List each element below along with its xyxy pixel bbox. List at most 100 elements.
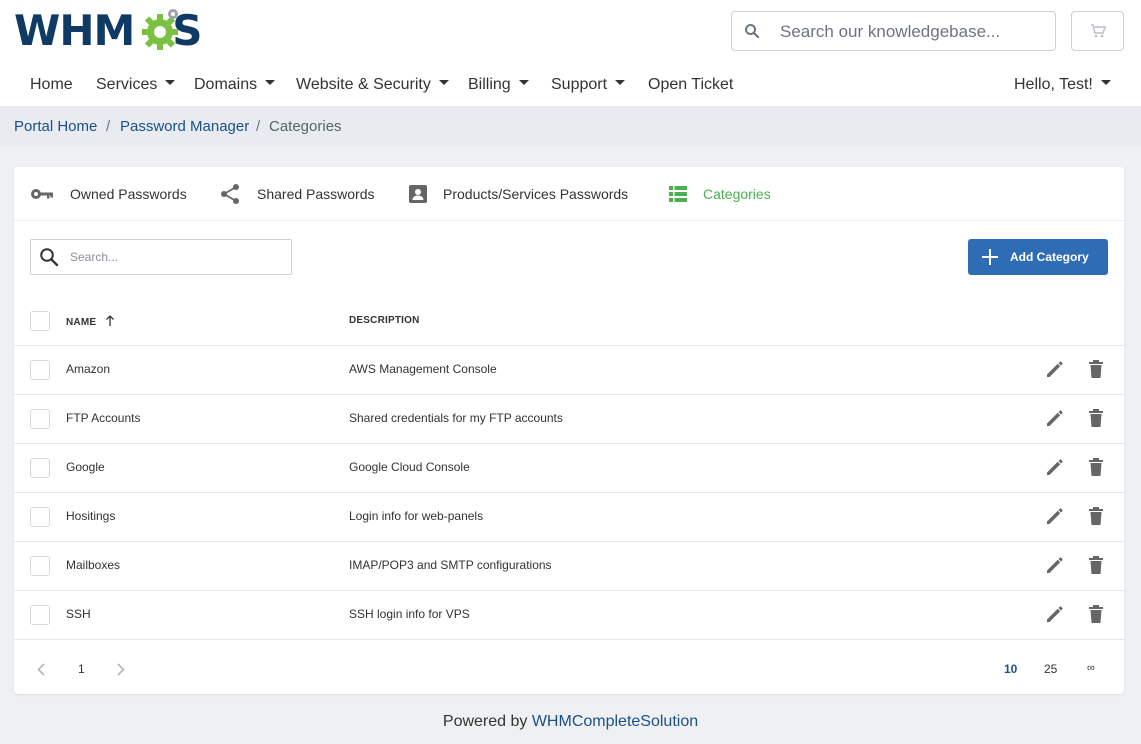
tab-products-services-passwords[interactable]: Products/Services Passwords <box>409 167 628 221</box>
row-checkbox[interactable] <box>30 458 50 478</box>
row-checkbox[interactable] <box>30 409 50 429</box>
trash-icon <box>1089 556 1103 574</box>
cart-icon <box>1091 24 1106 38</box>
table-header: NAME DESCRIPTION <box>14 297 1124 346</box>
share-icon <box>221 184 239 204</box>
caret-down-icon <box>615 80 626 86</box>
tab-categories[interactable]: Categories <box>669 167 771 221</box>
breadcrumb-password-manager[interactable]: Password Manager <box>120 118 249 135</box>
category-search-placeholder: Search... <box>70 250 119 264</box>
category-description: AWS Management Console <box>349 362 497 376</box>
plus-icon <box>982 249 998 265</box>
tab-label: Shared Passwords <box>257 186 375 202</box>
category-description: SSH login info for VPS <box>349 607 470 621</box>
delete-button[interactable] <box>1088 457 1104 482</box>
edit-icon <box>1047 459 1063 475</box>
nav-services[interactable]: Services <box>96 76 176 94</box>
category-name: Amazon <box>66 362 111 376</box>
cart-button[interactable] <box>1071 11 1124 51</box>
row-checkbox[interactable] <box>30 507 50 527</box>
category-description: IMAP/POP3 and SMTP configurations <box>349 558 552 572</box>
edit-button[interactable] <box>1045 457 1065 482</box>
add-category-label: Add Category <box>1010 250 1089 264</box>
nav-support[interactable]: Support <box>551 76 626 94</box>
footer-prefix: Powered by <box>442 713 532 730</box>
edit-button[interactable] <box>1045 555 1065 580</box>
table-row[interactable]: Hositings Login info for web-panels <box>14 493 1124 542</box>
nav-website-security[interactable]: Website & Security <box>296 76 449 94</box>
category-name: FTP Accounts <box>66 411 141 425</box>
edit-button[interactable] <box>1045 359 1065 384</box>
tab-label: Categories <box>703 186 771 202</box>
category-description: Login info for web-panels <box>349 509 484 523</box>
edit-icon <box>1047 557 1063 573</box>
table-row[interactable]: Google Google Cloud Console <box>14 444 1124 493</box>
trash-icon <box>1089 360 1103 378</box>
delete-button[interactable] <box>1088 506 1104 531</box>
trash-icon <box>1089 458 1103 476</box>
category-description: Shared credentials for my FTP accounts <box>349 411 563 425</box>
nav-billing[interactable]: Billing <box>468 76 529 94</box>
knowledgebase-search-placeholder: Search our knowledgebase... <box>780 22 1001 41</box>
category-search-input[interactable]: Search... <box>30 239 292 275</box>
edit-button[interactable] <box>1045 506 1065 531</box>
category-name: Hositings <box>66 509 116 523</box>
table-row[interactable]: Mailboxes IMAP/POP3 and SMTP configuratio… <box>14 542 1124 591</box>
row-checkbox[interactable] <box>30 605 50 625</box>
nav-domains[interactable]: Domains <box>194 76 276 94</box>
main-nav: Home Services Domains Website & Security… <box>0 70 1141 106</box>
breadcrumb-portal-home[interactable]: Portal Home <box>14 118 97 135</box>
whmcs-logo[interactable]: WHM S <box>14 6 214 56</box>
tab-owned-passwords[interactable]: Owned Passwords <box>30 167 187 221</box>
breadcrumb-separator: / <box>106 118 111 135</box>
chevron-right-icon[interactable] <box>117 663 125 676</box>
category-name: Google <box>66 460 105 474</box>
list-icon <box>669 186 687 202</box>
delete-button[interactable] <box>1088 555 1104 580</box>
edit-button[interactable] <box>1045 604 1065 629</box>
page-number[interactable]: 1 <box>78 662 85 676</box>
trash-icon <box>1089 409 1103 427</box>
row-checkbox[interactable] <box>30 360 50 380</box>
table-row[interactable]: Amazon AWS Management Console <box>14 346 1124 395</box>
table-row[interactable]: SSH SSH login info for VPS <box>14 591 1124 640</box>
breadcrumb-current: Categories <box>269 118 342 135</box>
page-size-10[interactable]: 10 <box>1004 662 1017 676</box>
chevron-left-icon[interactable] <box>37 663 45 676</box>
nav-home[interactable]: Home <box>30 76 73 94</box>
tab-label: Owned Passwords <box>70 186 187 202</box>
knowledgebase-search-input[interactable]: Search our knowledgebase... <box>731 11 1056 51</box>
edit-button[interactable] <box>1045 408 1065 433</box>
caret-down-icon <box>1100 80 1111 86</box>
caret-down-icon <box>265 80 276 86</box>
footer-link[interactable]: WHMCompleteSolution <box>532 713 698 730</box>
search-icon <box>40 248 59 267</box>
category-name: SSH <box>66 607 91 621</box>
row-checkbox[interactable] <box>30 556 50 576</box>
page-size-25[interactable]: 25 <box>1044 662 1057 676</box>
tab-shared-passwords[interactable]: Shared Passwords <box>219 167 375 221</box>
category-description: Google Cloud Console <box>349 460 470 474</box>
trash-icon <box>1089 507 1103 525</box>
pagination: 1 10 25 ∞ <box>14 645 1124 694</box>
category-name: Mailboxes <box>66 558 121 572</box>
delete-button[interactable] <box>1088 408 1104 433</box>
page-size-all[interactable]: ∞ <box>1087 662 1095 674</box>
delete-button[interactable] <box>1088 604 1104 629</box>
search-icon <box>745 24 760 39</box>
select-all-checkbox[interactable] <box>30 311 50 331</box>
edit-icon <box>1047 606 1063 622</box>
tab-label: Products/Services Passwords <box>443 186 629 202</box>
add-category-button[interactable]: Add Category <box>968 239 1108 275</box>
user-menu[interactable]: Hello, Test! <box>1014 76 1111 94</box>
trash-icon <box>1089 605 1103 623</box>
nav-open-ticket[interactable]: Open Ticket <box>648 76 733 94</box>
column-name-label: NAME <box>66 317 97 328</box>
column-name-header[interactable]: NAME <box>66 315 115 328</box>
key-icon <box>31 189 53 199</box>
delete-button[interactable] <box>1088 359 1104 384</box>
table-row[interactable]: FTP Accounts Shared credentials for my FT… <box>14 395 1124 444</box>
breadcrumb-separator: / <box>256 118 261 135</box>
footer: Powered by WHMCompleteSolution <box>0 713 1141 731</box>
password-tabs: Owned Passwords Shared Passwords Product… <box>14 167 1124 221</box>
